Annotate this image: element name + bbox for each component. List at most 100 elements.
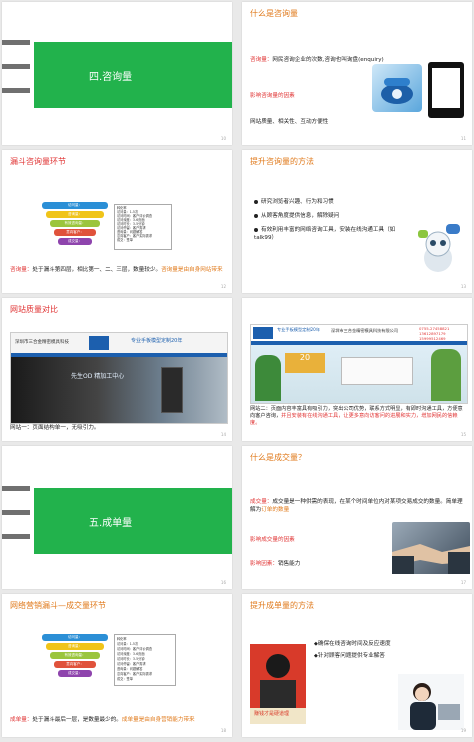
bullet-text: 研究浏览者兴趣、行为和习惯 [261,199,334,205]
slide-title: 什么是成交量？ [250,453,306,462]
funnel-note: 成单量：处于漏斗最后一层，是数量最少的。成单量是由自身营销能力带来 [10,716,224,724]
slide-3[interactable]: 漏斗咨询量环节 访问量： 咨询量： 有效咨询量： 意向客户： 成交量： 转化率 … [2,150,232,293]
factors-label: 影响因素： [250,561,278,567]
decor-bar [2,534,30,539]
bullet-text: 确保在线咨询时间及反应速度 [317,641,391,647]
website-screenshot-1: 深圳市三合金精密模具科技 专业手板模型定制20年 先生OD 精加工中心 [10,332,228,424]
legend-item: 成交：签单 [117,677,133,681]
bullet-item: 从顾客角度提供信息，解除疑问 [254,212,404,220]
logo-icon [89,336,109,350]
slide-title: 提升咨询量的方法 [250,157,314,166]
decor-bar [2,40,30,45]
poster-text: 赚钱才是硬道理 [254,711,290,717]
decor-bar [2,64,30,69]
legend-item: 访问时间：客户评价调查 [117,647,153,651]
factors-title: 影响咨询量的因素 [250,93,295,99]
factors: 影响因素：销售能力 [250,560,300,568]
definition-text: 网民咨询企业的次数,咨询也叫询盘(enquiry) [272,57,384,63]
term: 咨询量： [250,57,273,63]
slide-10[interactable]: 提升成单量的方法 ◆确保在线咨询时间及反应速度 ◆针对顾客问题提供专业解答 赚钱… [242,594,472,737]
logo-icon [253,327,273,339]
funnel-layer-1: 访问量： [42,202,108,209]
funnel-layer-4: 意向客户： [54,229,96,236]
website-screenshot-2: 专业手板模型定制20年 深圳市三合金精密模具科技有限公司 0755-274588… [250,324,468,404]
company-name: 深圳市三合金精密模具科技有限公司 [331,328,399,333]
call-center-image [398,674,464,730]
company-name: 深圳市三合金精密模具科技 [15,340,69,345]
bullet-icon [254,227,258,232]
page-number: 19 [460,728,466,733]
factors-text: 网站质量、相关性、互动方便性 [250,119,329,125]
caption: 网站一：页面结构单一，无吸引力。 [10,425,100,431]
bullet-text: 从顾客角度提供信息，解除疑问 [261,213,340,219]
office-photo: 20 [251,345,467,403]
page-number: 15 [460,432,466,437]
bullet-icon [254,213,258,218]
bullet-item: 研究浏览者兴趣、行为和习惯 [254,198,404,206]
slide-8[interactable]: 什么是成交量？ 成交量：成交量是一种供需的表现，在某个时间单位内对某项交易成交的… [242,446,472,589]
funnel-layer-4: 意向客户： [54,661,96,668]
funnel-legend: 转化率 访问量：1-5次 访问时间：客户评价调查 访问深度：3-6页面 访问时长… [114,634,176,686]
section-title: 四.咨询量 [34,42,232,108]
slide-title: 网络营销漏斗—成交量环节 [10,601,106,610]
definition: 成交量：成交量是一种供需的表现，在某个时间单位内对某项交易成交的数量。简单理解为… [250,498,466,514]
slogan: 专业手板模型定制20年 [277,327,321,332]
funnel-layer-1: 访问量： [42,634,108,641]
legend-item: 意向客户：客户实际需求 [117,672,153,676]
legend-item: 转化率 [117,637,127,641]
page-number: 11 [460,136,466,141]
decor-bar [2,510,30,515]
funnel-layer-3: 有效咨询量： [50,220,100,227]
legend-item: 访问量：1-5次 [117,642,139,646]
funnel-layer-2: 咨询量： [46,643,104,650]
phone-illustration [372,64,422,112]
factors-title: 影响成交量的因素 [250,537,295,543]
slide-7[interactable]: 五.成单量 16 [2,446,232,589]
chat-robot-icon [416,222,462,274]
funnel-note: 咨询量：处于漏斗第四层，相比第一、二、三层，数量较少。咨询量是由自身网站带来 [10,266,224,274]
note-highlight: 咨询量是由自身网站带来 [161,267,223,273]
note-highlight: 成单量是由自身营销能力带来 [121,717,195,723]
mobile-phone-image [428,62,464,118]
slide-9[interactable]: 网络营销漏斗—成交量环节 访问量： 咨询量： 有效咨询量： 意向客户： 成交量：… [2,594,232,737]
bullet-item: ◆针对顾客问题提供专业解答 [314,652,385,660]
funnel-legend: 转化率 访问量：1-5次 访问时间：客户评价调查 访问深度：3-6页面 访问时长… [114,204,172,250]
note-text: 处于漏斗第四层，相比第一、二、三层，数量较少。 [32,267,162,273]
banner-image: 先生OD 精加工中心 [11,357,227,423]
factors-text: 销售能力 [277,561,301,567]
caption-highlight: 并且安装有在线沟通工具，让更多意向访客问的进展和实力，增加网民的信赖度。 [250,413,458,426]
page-number: 12 [220,284,226,289]
term: 成交量： [250,499,273,505]
legend-item: 访问时长：3-5分钟 [117,657,145,661]
page-number: 13 [460,284,466,289]
page-number: 10 [220,136,226,141]
decor-bar [2,486,30,491]
funnel-layer-3: 有效咨询量： [50,652,100,659]
poster-image: 赚钱才是硬道理 [250,644,306,724]
slogan: 专业手板模型定制20年 [131,338,183,344]
site-header: 深圳市三合金精密模具科技 专业手板模型定制20年 [11,333,227,353]
slide-title: 漏斗咨询量环节 [10,157,66,166]
bullet-text: 有效利用丰富的网络咨询工具，安装在线沟通工具（如talk99） [254,227,396,241]
handshake-image [392,522,470,574]
slide-5[interactable]: 网站质量对比 深圳市三合金精密模具科技 专业手板模型定制20年 先生OD 精加工… [2,298,232,441]
slide-1[interactable]: 四.咨询量 10 [2,2,232,145]
banner-text: 先生OD 精加工中心 [71,373,125,380]
legend-item: 访问停留：客户需求 [117,662,146,666]
note-label: 成单量： [10,717,33,723]
funnel-layer-5: 成交量： [58,670,92,677]
decor-bar [2,88,30,93]
definition: 咨询量：网民咨询企业的次数,咨询也叫询盘(enquiry) [250,56,400,64]
slide-2[interactable]: 什么是咨询量 咨询量：网民咨询企业的次数,咨询也叫询盘(enquiry) 影响咨… [242,2,472,145]
slide-title: 什么是咨询量 [250,9,298,18]
page-number: 16 [220,580,226,585]
page-number: 18 [220,728,226,733]
bullet-text: 针对顾客问题提供专业解答 [317,653,385,659]
bullet-item: ◆确保在线咨询时间及反应速度 [314,640,391,648]
slide-title: 网站质量对比 [10,305,58,314]
legend-item: 咨询量：问题解答 [117,667,143,671]
slide-4[interactable]: 提升咨询量的方法 研究浏览者兴趣、行为和习惯 从顾客角度提供信息，解除疑问 有效… [242,150,472,293]
caption: 网站二：页面内容丰富具有吸引力，突出公司优势，联系方式明显，有即时沟通工具，方便… [250,406,466,427]
slide-6[interactable]: 专业手板模型定制20年 深圳市三合金精密模具科技有限公司 0755-274588… [242,298,472,441]
bullet-item: 有效利用丰富的网络咨询工具，安装在线沟通工具（如talk99） [254,226,404,242]
